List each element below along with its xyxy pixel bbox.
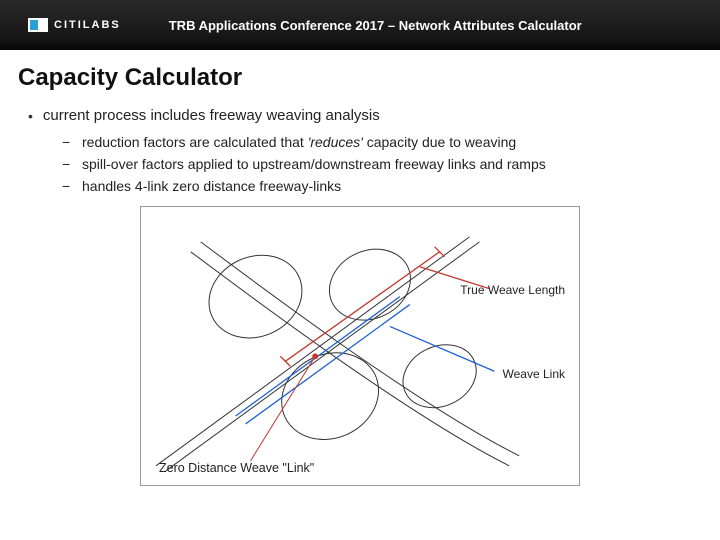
label-weave-link: Weave Link <box>503 367 565 381</box>
sub-bullet-text: reduction factors are calculated that 'r… <box>82 132 516 152</box>
conference-title: TRB Applications Conference 2017 – Netwo… <box>169 18 582 33</box>
diagram-svg <box>141 207 579 486</box>
sub-pre: handles 4-link zero distance freeway-lin… <box>82 178 341 194</box>
sub-pre: spill-over factors applied to upstream/d… <box>82 156 546 172</box>
bullet-dot-icon: • <box>28 106 33 126</box>
brand-logo: CITILABS <box>28 18 121 32</box>
slide-content: • current process includes freeway weavi… <box>0 98 720 486</box>
sub-bullet: − handles 4-link zero distance freeway-l… <box>62 176 692 196</box>
sub-bullet: − spill-over factors applied to upstream… <box>62 154 692 174</box>
sub-em: 'reduces' <box>308 134 363 150</box>
diagram-container: True Weave Length Weave Link Zero Distan… <box>28 206 692 486</box>
sub-bullet-group: − reduction factors are calculated that … <box>62 132 692 196</box>
sub-bullet-text: spill-over factors applied to upstream/d… <box>82 154 546 174</box>
dash-icon: − <box>62 176 72 196</box>
bullet-text: current process includes freeway weaving… <box>43 106 380 126</box>
title-row: Capacity Calculator <box>0 50 720 98</box>
sub-bullet: − reduction factors are calculated that … <box>62 132 692 152</box>
bullet-level1: • current process includes freeway weavi… <box>28 106 692 126</box>
dash-icon: − <box>62 154 72 174</box>
dash-icon: − <box>62 132 72 152</box>
label-true-weave: True Weave Length <box>460 283 565 297</box>
sub-pre: reduction factors are calculated that <box>82 134 308 150</box>
brand-name: CITILABS <box>54 19 121 31</box>
slide-header: CITILABS TRB Applications Conference 201… <box>0 0 720 50</box>
sub-post: capacity due to weaving <box>363 134 516 150</box>
label-zero-distance: Zero Distance Weave "Link" <box>159 461 314 475</box>
slide-title: Capacity Calculator <box>18 64 702 92</box>
weave-diagram: True Weave Length Weave Link Zero Distan… <box>140 206 580 486</box>
sub-bullet-text: handles 4-link zero distance freeway-lin… <box>82 176 341 196</box>
logo-icon <box>28 18 48 32</box>
